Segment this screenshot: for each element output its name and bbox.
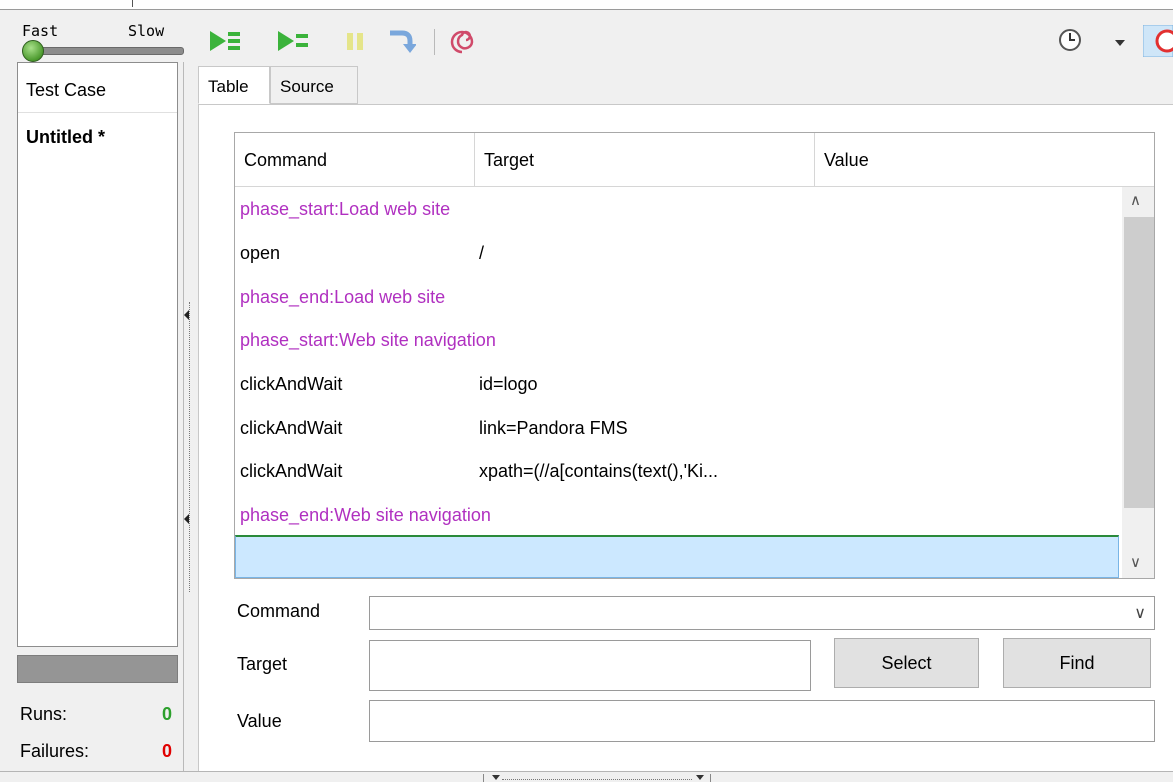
table-row[interactable]: phase_end:Load web site	[235, 275, 1119, 319]
play-test-icon[interactable]	[276, 25, 310, 57]
table-row[interactable]: clickAndWait xpath=(//a[contains(text(),'…	[235, 449, 1119, 493]
scroll-up-icon[interactable]: ∧	[1130, 191, 1141, 209]
pause-icon[interactable]	[343, 25, 369, 57]
toolbar-separator	[434, 29, 435, 55]
log-pane-grip[interactable]	[483, 774, 711, 782]
run-progress-bar	[17, 655, 178, 683]
target-input[interactable]	[369, 640, 811, 691]
dropdown-arrow-icon[interactable]	[1112, 25, 1128, 57]
table-row[interactable]: clickAndWait link=Pandora FMS	[235, 406, 1119, 450]
tab-source[interactable]: Source	[270, 66, 358, 104]
speed-slow-label: Slow	[128, 22, 165, 40]
rollup-icon[interactable]	[448, 25, 476, 57]
column-header-command[interactable]: Command	[235, 133, 475, 187]
table-row[interactable]: phase_end:Web site navigation	[235, 493, 1119, 537]
tab-table[interactable]: Table	[198, 66, 270, 104]
collapse-arrow-icon[interactable]	[184, 310, 189, 320]
record-icon[interactable]	[1143, 25, 1173, 57]
command-combobox[interactable]: ∨	[369, 596, 1155, 630]
window-top-edge	[0, 0, 1173, 10]
speed-slider-track[interactable]	[26, 47, 184, 55]
table-row[interactable]: phase_start:Load web site	[235, 187, 1119, 231]
test-case-header: Test Case	[18, 63, 177, 113]
scrollbar-thumb[interactable]	[1124, 217, 1154, 508]
schedule-icon[interactable]	[1057, 25, 1085, 57]
failures-label: Failures:	[20, 741, 90, 761]
target-label: Target	[237, 654, 288, 674]
failures-count: 0	[162, 741, 173, 761]
table-row[interactable]: clickAndWait id=logo	[235, 362, 1119, 406]
table-header: Command Target Value	[235, 133, 1154, 187]
select-button[interactable]: Select	[834, 638, 979, 688]
runs-count: 0	[162, 704, 173, 724]
speed-fast-label: Fast	[22, 22, 59, 40]
collapse-arrow-icon[interactable]	[184, 514, 189, 524]
command-table: Command Target Value phase_start:Load we…	[234, 132, 1155, 579]
bottom-splitter[interactable]	[0, 771, 1173, 782]
runs-label: Runs:	[20, 704, 68, 724]
panel-splitter[interactable]	[183, 62, 192, 772]
chevron-down-icon[interactable]: ∨	[1134, 603, 1146, 622]
value-label: Value	[237, 711, 282, 731]
test-case-panel: Test Case Untitled *	[17, 62, 178, 647]
toolbar: Fast Slow	[0, 11, 1173, 63]
play-suite-icon[interactable]	[208, 25, 242, 57]
scroll-down-icon[interactable]: ∨	[1130, 553, 1141, 571]
column-header-target[interactable]: Target	[475, 133, 815, 187]
column-header-value[interactable]: Value	[815, 133, 1154, 187]
speed-slider-knob[interactable]	[22, 40, 44, 62]
table-row[interactable]: open /	[235, 231, 1119, 275]
test-case-item[interactable]: Untitled *	[26, 127, 105, 148]
expand-arrow-icon[interactable]	[696, 775, 704, 780]
table-row[interactable]: phase_start:Web site navigation	[235, 318, 1119, 362]
step-icon[interactable]	[386, 25, 416, 57]
find-button[interactable]: Find	[1003, 638, 1151, 688]
command-label: Command	[237, 601, 321, 621]
expand-arrow-icon[interactable]	[492, 775, 500, 780]
value-input[interactable]	[369, 700, 1155, 742]
table-row-selected[interactable]	[235, 535, 1119, 578]
table-scrollbar[interactable]: ∧ ∨	[1122, 187, 1154, 578]
